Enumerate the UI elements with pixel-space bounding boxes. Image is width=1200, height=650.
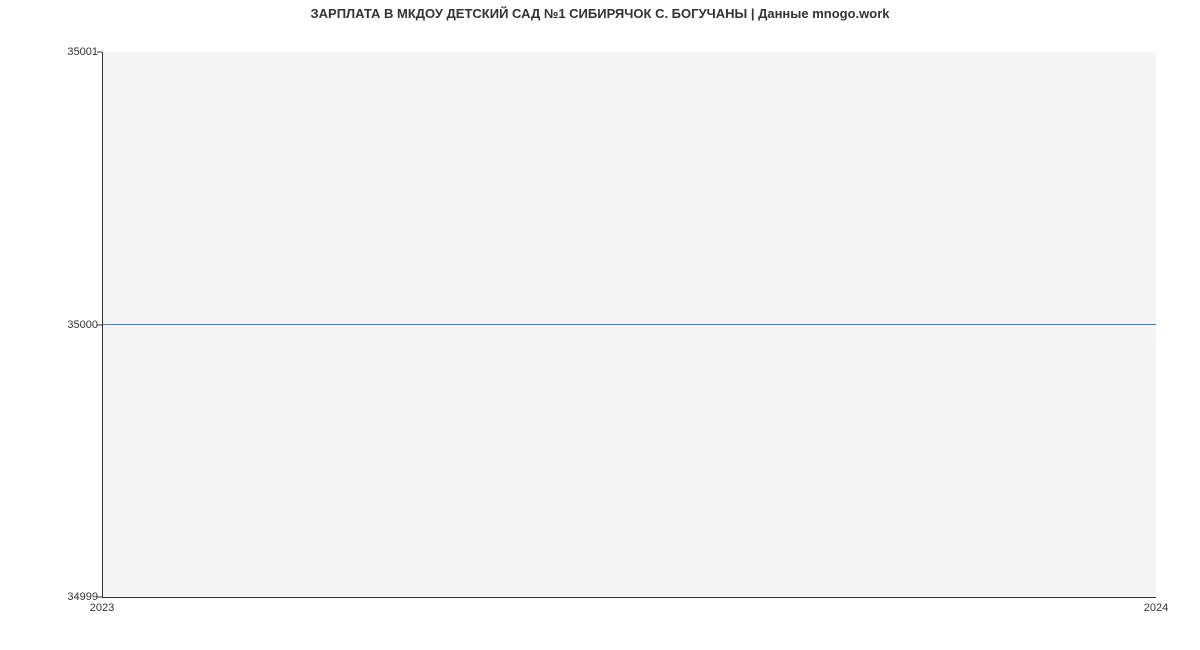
line-chart: ЗАРПЛАТА В МКДОУ ДЕТСКИЙ САД №1 СИБИРЯЧО… [0, 0, 1200, 650]
x-tick-label: 2023 [90, 602, 114, 614]
plot-area [102, 52, 1156, 598]
chart-title: ЗАРПЛАТА В МКДОУ ДЕТСКИЙ САД №1 СИБИРЯЧО… [0, 6, 1200, 21]
x-tick-label: 2024 [1144, 602, 1168, 614]
y-tick-label: 35000 [67, 319, 98, 331]
y-tick-label: 35001 [67, 46, 98, 58]
series-line [103, 324, 1156, 325]
